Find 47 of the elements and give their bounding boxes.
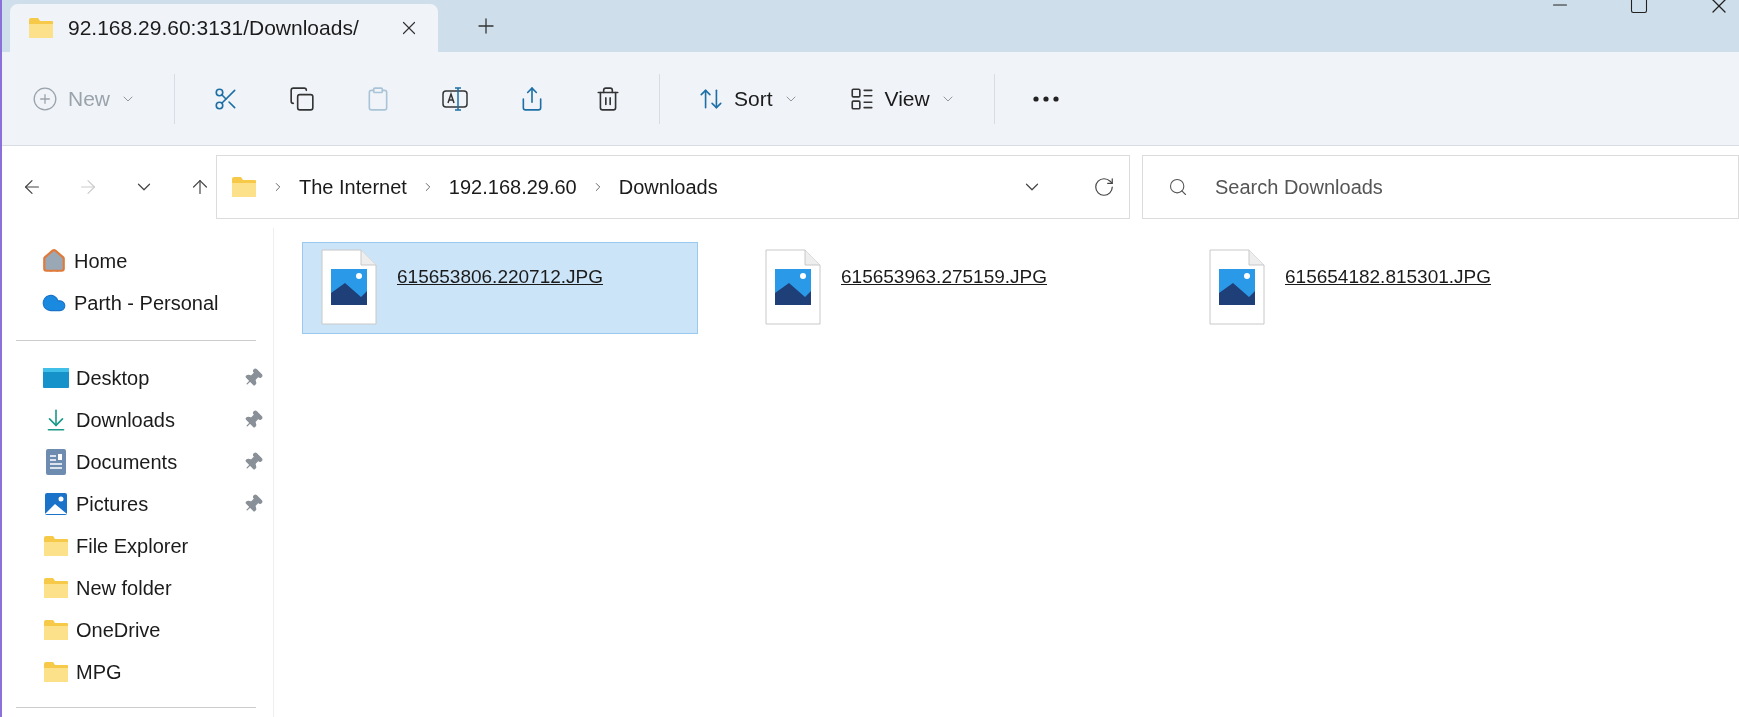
trash-icon — [595, 85, 621, 112]
image-file-icon — [1209, 249, 1265, 325]
tab-title: 92.168.29.60:3131/Downloads/ — [68, 15, 360, 42]
browser-tab[interactable]: 92.168.29.60:3131/Downloads/ — [10, 4, 438, 52]
picture-icon — [44, 492, 68, 516]
sidebar-item[interactable]: Desktop — [42, 363, 243, 393]
sidebar-item[interactable]: Documents — [42, 447, 243, 477]
file-item[interactable]: 615653963.275159.JPG — [746, 242, 1142, 334]
folder-icon — [43, 535, 69, 557]
sidebar-item[interactable]: OneDrive — [42, 615, 263, 645]
more-icon — [1032, 95, 1059, 102]
file-item[interactable]: 615653806.220712.JPG — [302, 242, 698, 334]
file-name: 615653963.275159.JPG — [841, 265, 1047, 289]
sort-button[interactable]: Sort — [686, 74, 811, 123]
image-file-icon — [765, 249, 821, 325]
breadcrumb-item[interactable]: The Internet — [299, 172, 407, 202]
file-item[interactable]: 615654182.815301.JPG — [1190, 242, 1586, 334]
folder-icon — [231, 176, 257, 198]
refresh-icon[interactable] — [1093, 176, 1115, 198]
sidebar-item[interactable]: Parth - Personal — [16, 282, 273, 324]
folder-icon — [43, 661, 69, 683]
address-bar[interactable]: The Internet 192.168.29.60 Downloads — [216, 155, 1130, 219]
folder-icon — [28, 17, 54, 39]
breadcrumb-item[interactable]: 192.168.29.60 — [448, 172, 577, 202]
view-icon — [848, 85, 875, 112]
search-field[interactable]: Search Downloads — [1142, 155, 1739, 219]
image-file-icon — [321, 249, 377, 325]
sidebar-item[interactable]: New folder — [42, 573, 263, 603]
sidebar-item[interactable]: MPG — [42, 657, 263, 687]
folder-icon — [43, 619, 69, 641]
document-icon — [45, 448, 67, 476]
sidebar-item[interactable]: Home — [16, 240, 273, 282]
maximize-icon[interactable] — [1629, 0, 1649, 16]
home-icon — [41, 248, 67, 274]
sidebar-item[interactable]: Downloads — [42, 405, 243, 435]
plus-icon — [32, 85, 58, 112]
file-name: 615653806.220712.JPG — [397, 265, 603, 289]
copy-icon — [289, 85, 315, 112]
rename-icon — [441, 85, 469, 112]
view-button[interactable]: View — [836, 74, 968, 123]
folder-icon — [43, 577, 69, 599]
desktop-icon — [42, 367, 70, 389]
sidebar-item[interactable]: Pictures — [42, 489, 243, 519]
sidebar-item[interactable]: File Explorer — [42, 531, 263, 561]
search-icon — [1168, 177, 1188, 197]
file-name: 615654182.815301.JPG — [1285, 265, 1491, 289]
breadcrumb-item[interactable]: Downloads — [618, 172, 718, 202]
